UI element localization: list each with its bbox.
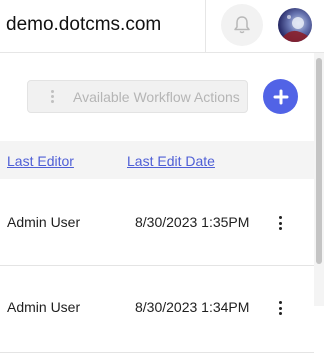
scrollbar-thumb[interactable] [316,58,322,264]
toolbar-divider [205,0,206,52]
workflow-actions-label: Available Workflow Actions [73,88,240,105]
top-bar: demo.dotcms.com [0,0,324,52]
header-divider [0,52,324,53]
avatar-image [282,15,310,42]
column-header-last-edit-date[interactable]: Last Edit Date [127,153,215,169]
row-actions-icon[interactable] [275,301,285,315]
workflow-actions-button[interactable]: Available Workflow Actions [27,80,248,113]
plus-icon [273,89,288,104]
user-avatar[interactable] [278,8,312,42]
last-editor-cell: Admin User [7,299,81,315]
last-edit-date-cell: 8/30/2023 1:35PM [135,214,250,230]
table-row[interactable]: Admin User 8/30/2023 1:35PM [0,179,314,266]
last-edit-date-cell: 8/30/2023 1:34PM [135,299,250,315]
column-header-last-editor[interactable]: Last Editor [7,153,74,169]
notifications-button[interactable] [221,4,263,46]
table-row[interactable]: Admin User 8/30/2023 1:34PM [0,266,314,353]
add-button[interactable] [263,79,298,114]
kebab-icon [47,90,57,103]
table-header: Last Editor Last Edit Date [0,141,314,179]
row-actions-icon[interactable] [275,216,285,230]
bell-icon [234,16,250,34]
site-domain: demo.dotcms.com [6,14,162,35]
last-editor-cell: Admin User [7,214,81,230]
